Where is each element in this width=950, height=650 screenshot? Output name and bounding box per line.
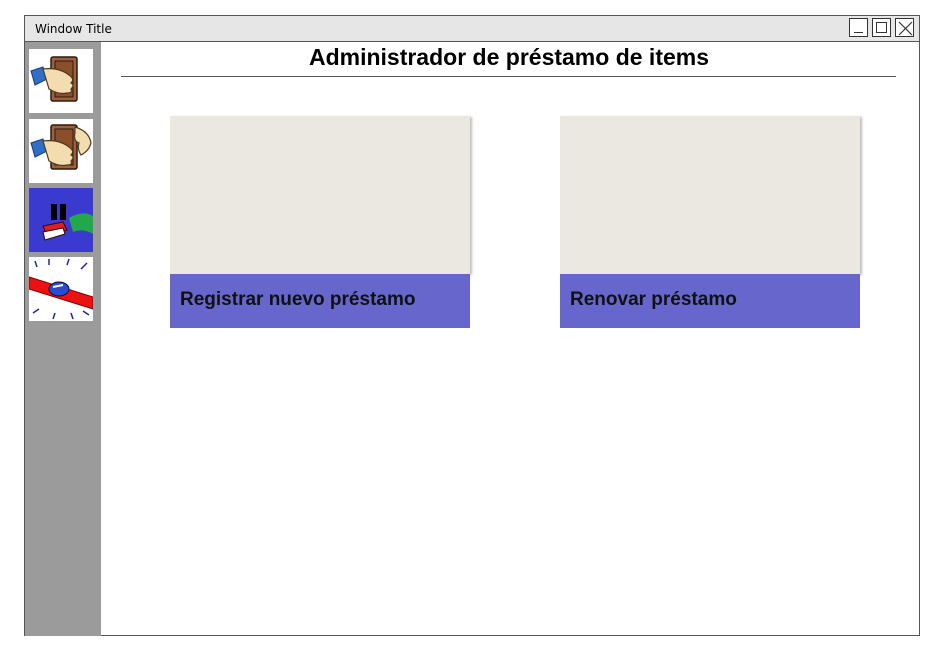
app-window: Window Title Administrador de préstamo d… — [24, 15, 920, 636]
siren-alert-icon — [29, 258, 93, 320]
paused-book-return-icon — [42, 204, 93, 241]
maximize-button[interactable] — [872, 18, 891, 37]
hand-giving-book-icon — [30, 56, 78, 102]
renew-loan-button[interactable]: Renovar préstamo — [560, 274, 860, 328]
page-title: Administrador de préstamo de items — [308, 44, 710, 70]
close-button[interactable] — [895, 18, 914, 37]
sidebar-item-pause[interactable] — [29, 188, 93, 252]
title-divider — [121, 76, 896, 77]
minimize-button[interactable] — [849, 18, 868, 37]
register-loan-button[interactable]: Registrar nuevo préstamo — [170, 274, 470, 328]
sidebar — [25, 42, 101, 636]
title-bar[interactable]: Window Title — [25, 16, 919, 42]
close-icon — [898, 21, 913, 36]
sidebar-item-lend[interactable] — [29, 49, 93, 113]
sidebar-item-exchange[interactable] — [29, 119, 93, 183]
hands-exchanging-book-icon — [30, 124, 92, 170]
card-register-loan[interactable]: Registrar nuevo préstamo — [170, 116, 470, 328]
card-renew-loan[interactable]: Renovar préstamo — [560, 116, 860, 328]
window-title: Window Title — [35, 22, 112, 36]
sidebar-item-alert[interactable] — [29, 257, 93, 321]
card-image-placeholder — [560, 116, 860, 274]
card-image-placeholder — [170, 116, 470, 274]
